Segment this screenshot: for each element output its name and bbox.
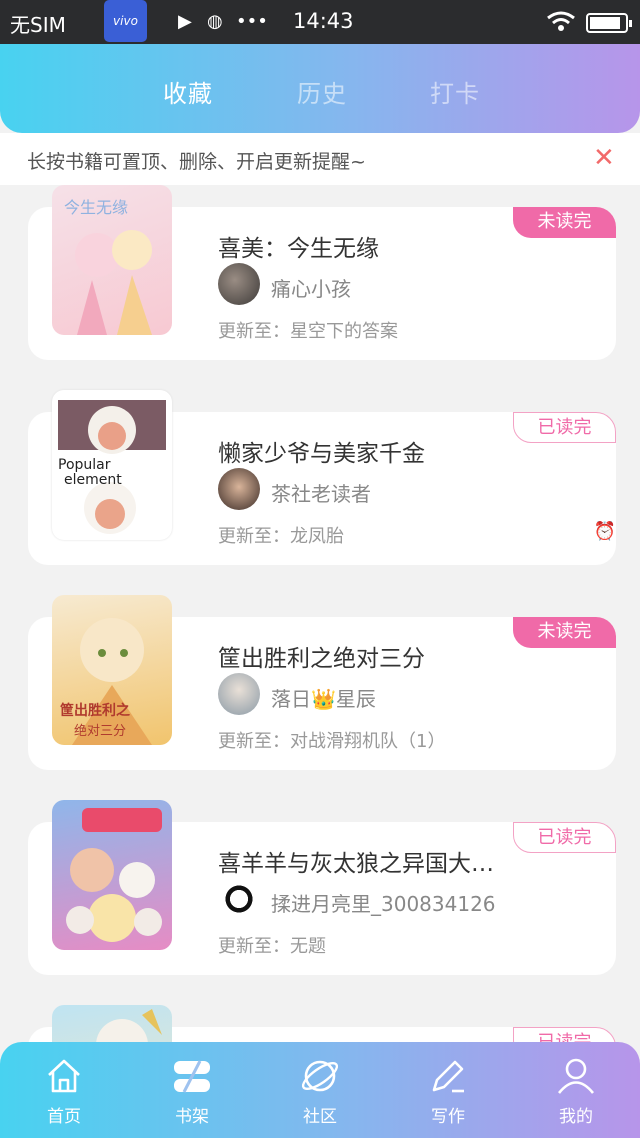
- cover-illustration: [66, 808, 162, 942]
- planet-icon: [301, 1060, 339, 1092]
- status-badge: 未读完: [513, 207, 616, 238]
- svg-text:筐出胜利之: 筐出胜利之: [60, 702, 130, 719]
- book-cover[interactable]: 筐出胜利之 绝对三分: [52, 595, 172, 745]
- user-icon: [557, 1058, 595, 1094]
- book-title[interactable]: 喜羊羊与灰太狼之异国大…: [218, 844, 494, 878]
- book-author[interactable]: 揉进月亮里_300834126: [271, 888, 496, 917]
- bottom-nav: 首页 书架 社区 写作 我的: [0, 1042, 640, 1138]
- tab-favorites[interactable]: 收藏: [163, 74, 213, 109]
- bookshelf-list[interactable]: 今生无缘 喜美：今生无缘 痛心小孩 更新至：星空下的答案 未读完 Popular…: [0, 185, 640, 1042]
- header: 收藏 历史 打卡: [0, 44, 640, 133]
- pen-icon: [432, 1060, 464, 1093]
- close-icon[interactable]: ✕: [593, 143, 615, 173]
- sim-status: 无SIM: [10, 13, 66, 37]
- clock: 14:43: [293, 9, 354, 33]
- book-card[interactable]: 筐出胜利之 绝对三分 筐出胜利之绝对三分 落日👑星辰 更新至：对战滑翔机队（1）…: [28, 595, 616, 770]
- avatar: [218, 878, 260, 920]
- cover-illustration: Popular element: [58, 400, 166, 534]
- nav-community[interactable]: 社区: [256, 1042, 384, 1138]
- vivo-logo: vivo: [104, 0, 147, 42]
- book-author[interactable]: 痛心小孩: [271, 273, 351, 302]
- book-card[interactable]: 喜羊羊与灰太狼之异国大… 揉进月亮里_300834126 更新至：无题 已读完: [28, 800, 616, 975]
- svg-text:今生无缘: 今生无缘: [64, 198, 128, 217]
- status-badge: 已读完: [513, 822, 616, 853]
- nav-label: 写作: [431, 1107, 465, 1127]
- book-title[interactable]: 喜美：今生无缘: [218, 229, 379, 263]
- book-author[interactable]: 茶社老读者: [271, 478, 371, 507]
- avatar: [218, 263, 260, 305]
- cover-illustration: 筐出胜利之 绝对三分: [60, 618, 152, 745]
- bookshelf-icon: [174, 1060, 210, 1093]
- book-cover[interactable]: 今生无缘: [52, 185, 172, 335]
- status-badge: 未读完: [513, 617, 616, 648]
- nav-profile[interactable]: 我的: [512, 1042, 640, 1138]
- tab-history[interactable]: 历史: [297, 74, 347, 109]
- nav-home[interactable]: 首页: [0, 1042, 128, 1138]
- status-bar: 无SIM vivo ▶ ◍ ••• 14:43: [0, 0, 640, 44]
- play-icon: ▶: [178, 11, 192, 32]
- nav-write[interactable]: 写作: [384, 1042, 512, 1138]
- book-card[interactable]: Popular element 懒家少爷与美家千金 茶社老读者 更新至：龙凤胎 …: [28, 390, 616, 565]
- globe-icon: ◍: [207, 11, 223, 32]
- wifi-icon: [547, 11, 575, 31]
- book-card[interactable]: 已读完: [28, 1005, 616, 1042]
- book-author[interactable]: 落日👑星辰: [271, 683, 376, 712]
- book-title[interactable]: 筐出胜利之绝对三分: [218, 639, 425, 673]
- book-card[interactable]: 今生无缘 喜美：今生无缘 痛心小孩 更新至：星空下的答案 未读完: [28, 185, 616, 360]
- book-update: 更新至：无题: [218, 936, 326, 957]
- book-update: 更新至：龙凤胎: [218, 526, 344, 547]
- status-badge: 已读完: [513, 1027, 616, 1042]
- nav-label: 首页: [47, 1107, 81, 1127]
- svg-text:Popular: Popular: [58, 457, 111, 473]
- avatar: [218, 468, 260, 510]
- nav-bookshelf[interactable]: 书架: [128, 1042, 256, 1138]
- nav-label: 书架: [175, 1107, 209, 1127]
- tip-bar: 长按书籍可置顶、删除、开启更新提醒~ ✕: [0, 133, 640, 185]
- alarm-clock-icon[interactable]: ⏰: [594, 521, 616, 542]
- tip-text: 长按书籍可置顶、删除、开启更新提醒~: [27, 151, 366, 173]
- svg-text:绝对三分: 绝对三分: [74, 723, 126, 739]
- avatar: [218, 673, 260, 715]
- book-title[interactable]: 懒家少爷与美家千金: [218, 434, 425, 468]
- book-update: 更新至：对战滑翔机队（1）: [218, 731, 446, 752]
- book-cover[interactable]: Popular element: [52, 390, 172, 540]
- tab-checkin[interactable]: 打卡: [430, 74, 480, 109]
- nav-label: 我的: [559, 1107, 593, 1127]
- home-icon: [48, 1059, 80, 1093]
- nav-label: 社区: [303, 1107, 337, 1127]
- cover-illustration: [96, 1009, 162, 1042]
- battery-icon: [586, 13, 632, 33]
- status-badge: 已读完: [513, 412, 616, 443]
- cover-illustration: 今生无缘: [64, 198, 152, 335]
- book-cover[interactable]: [52, 800, 172, 950]
- book-update: 更新至：星空下的答案: [218, 321, 398, 342]
- svg-text:element: element: [64, 472, 122, 488]
- book-cover[interactable]: [52, 1005, 172, 1042]
- more-icon: •••: [236, 11, 268, 32]
